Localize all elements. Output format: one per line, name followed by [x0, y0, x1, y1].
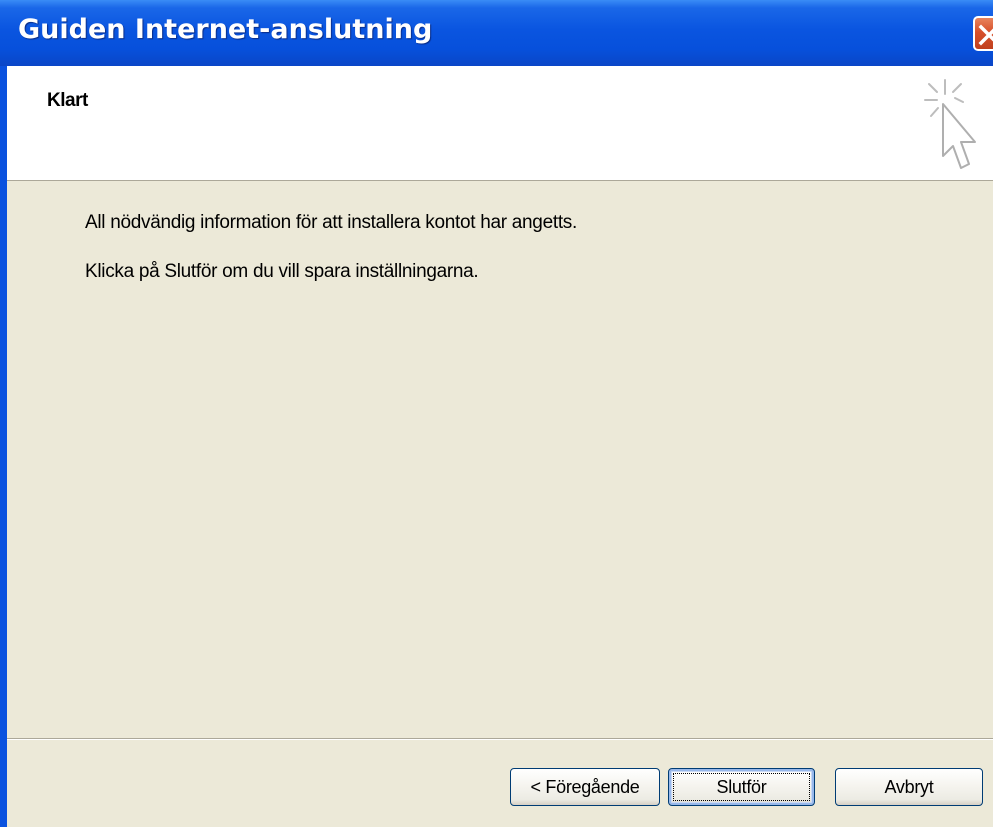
info-text: All nödvändig information för att instal… — [85, 212, 577, 233]
window-title: Guiden Internet-anslutning — [18, 14, 433, 45]
back-button[interactable]: < Föregående — [510, 768, 660, 806]
wizard-header: Klart — [7, 66, 993, 181]
finish-button[interactable]: Slutför — [668, 768, 815, 806]
title-bar[interactable]: Guiden Internet-anslutning — [0, 0, 993, 66]
close-icon — [978, 24, 993, 46]
instruction-text: Klicka på Slutför om du vill spara instä… — [85, 261, 479, 282]
wizard-window: Guiden Internet-anslutning Klart All nöd… — [0, 0, 993, 827]
wizard-cursor-icon — [924, 79, 976, 169]
cancel-button[interactable]: Avbryt — [835, 768, 983, 806]
back-button-label: < Föregående — [530, 776, 640, 797]
cancel-button-label: Avbryt — [884, 776, 934, 797]
close-button[interactable] — [973, 16, 993, 51]
footer-divider-highlight — [7, 739, 993, 740]
finish-button-label: Slutför — [716, 776, 767, 797]
page-title: Klart — [47, 90, 88, 111]
